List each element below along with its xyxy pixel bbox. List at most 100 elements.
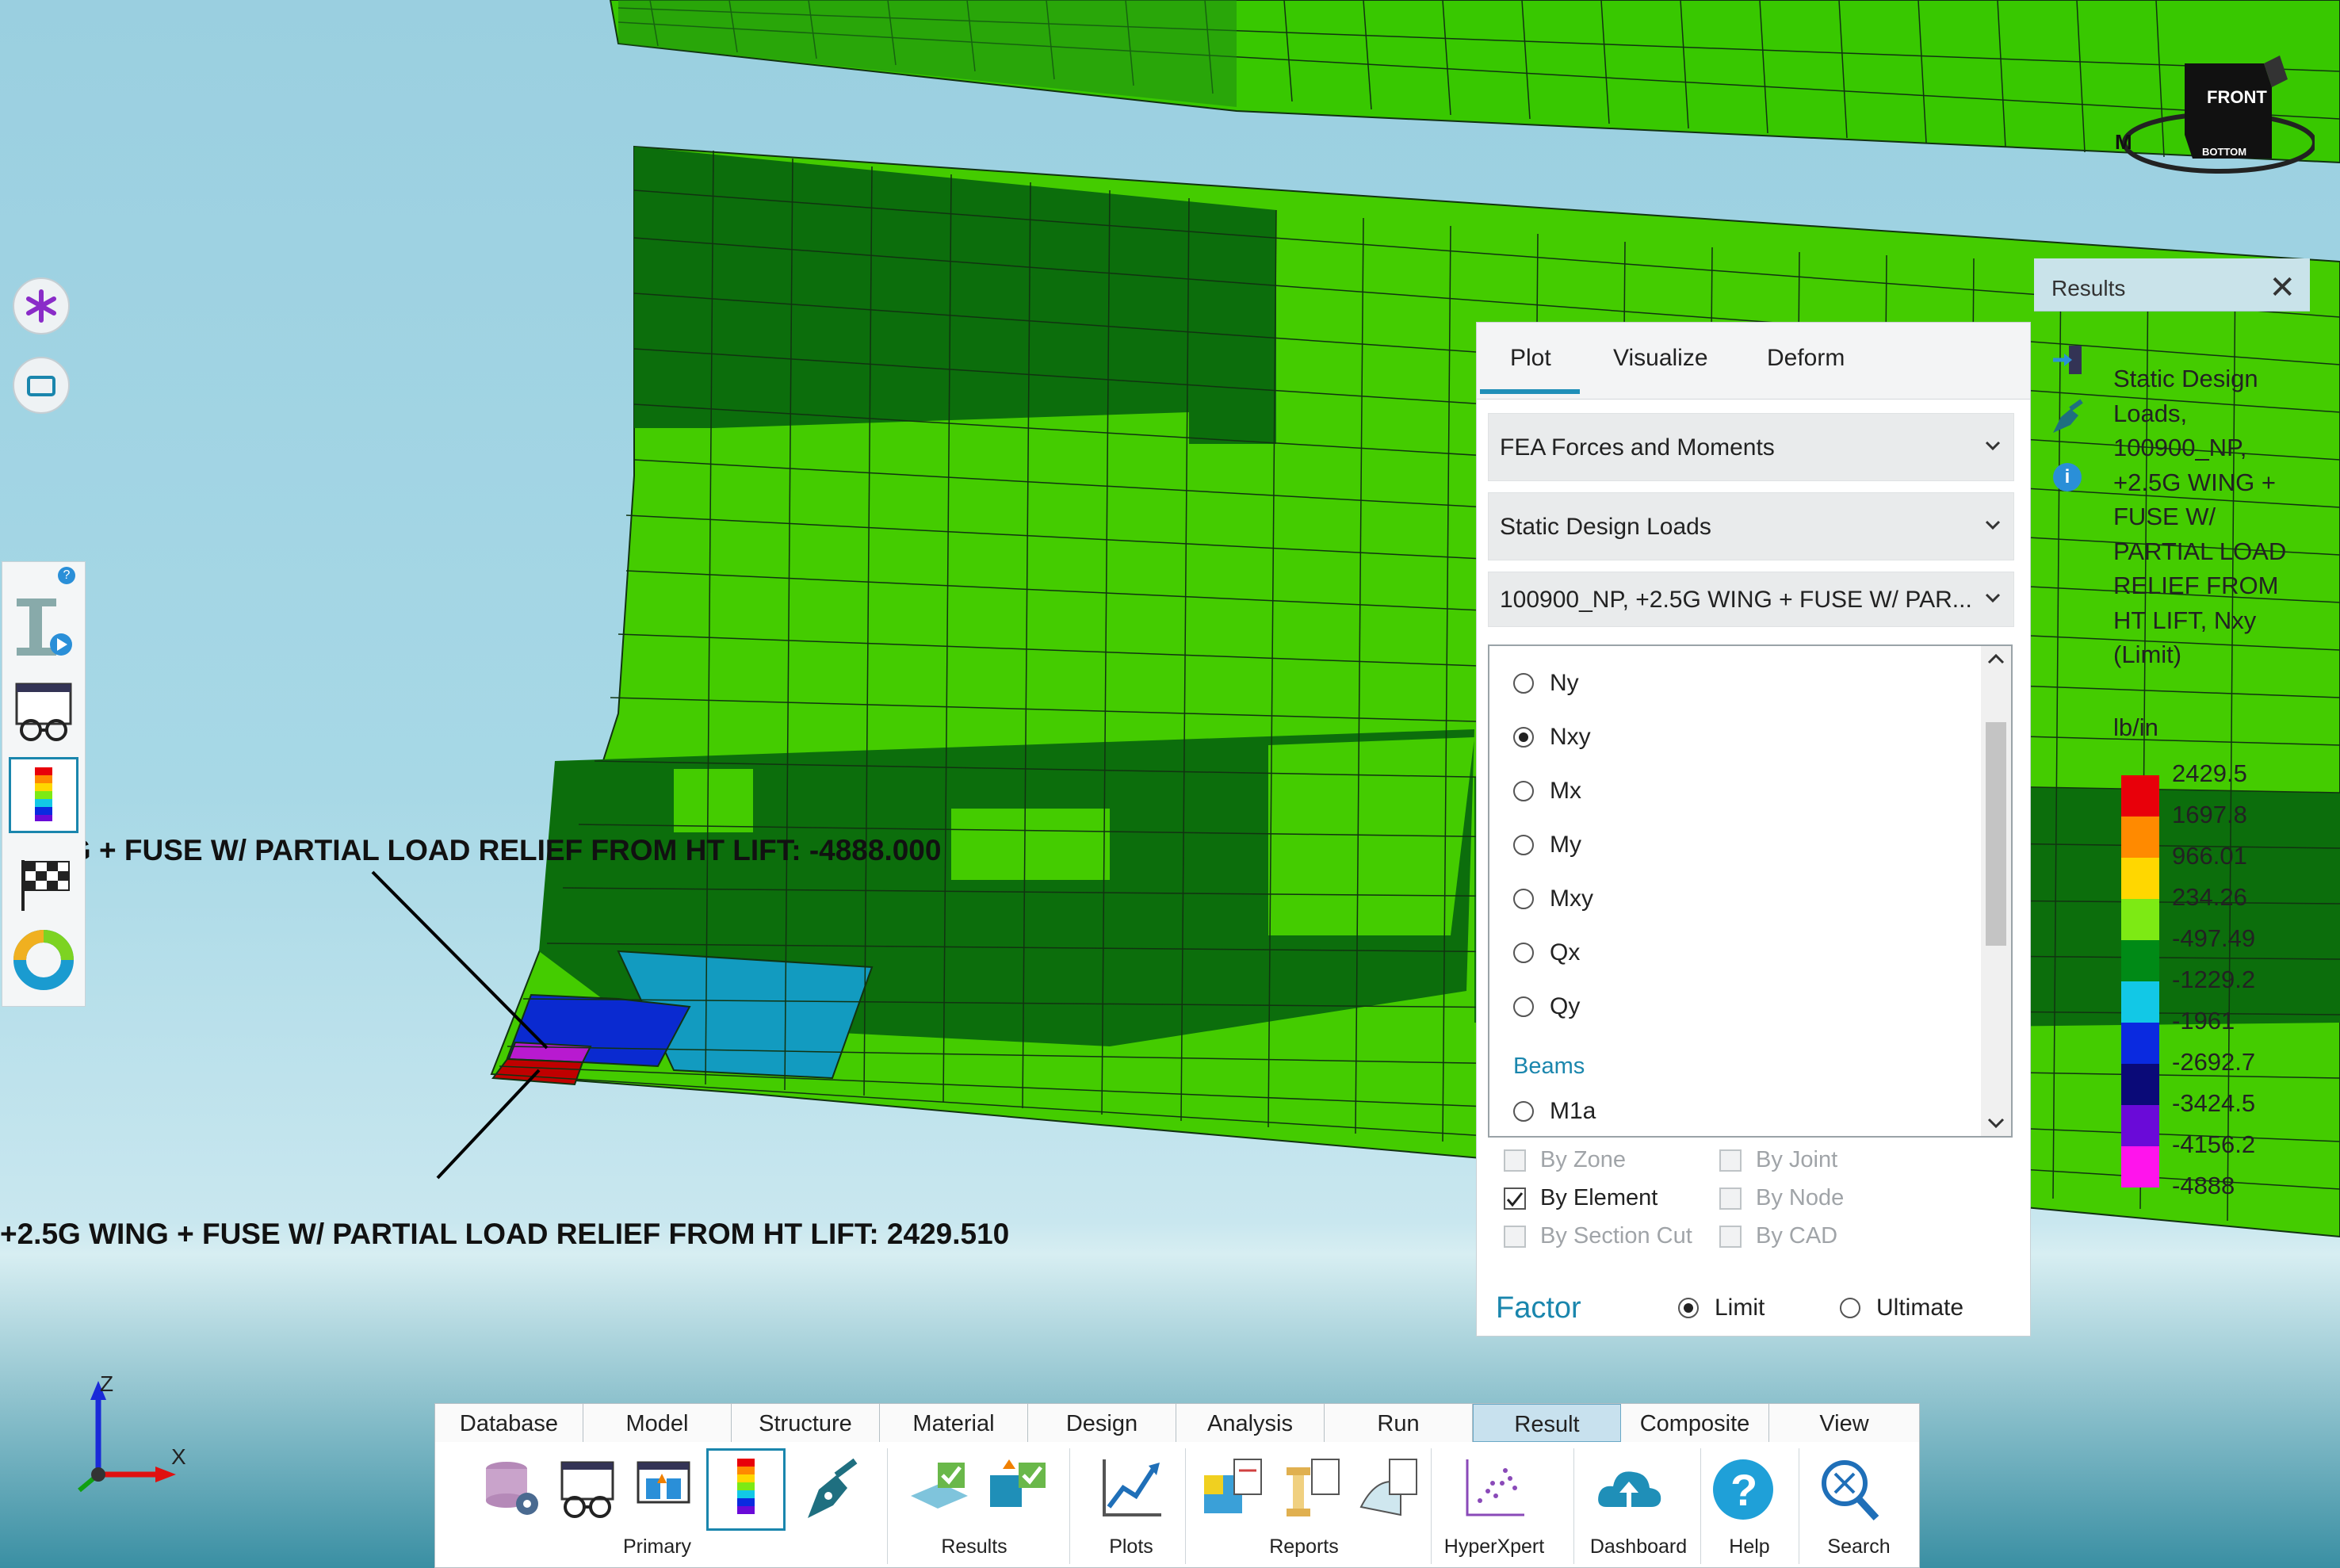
axis-z-label: Z [100, 1371, 114, 1396]
line-chart-icon[interactable] [1095, 1451, 1168, 1528]
load-case-dropdown[interactable]: 100900_NP, +2.5G WING + FUSE W/ PAR... [1488, 572, 2014, 627]
radio-label: M1a [1550, 1098, 1596, 1124]
contour-tool-button[interactable] [9, 757, 78, 833]
dropdown-value: FEA Forces and Moments [1500, 434, 1775, 461]
radio-button[interactable] [1513, 781, 1534, 801]
tab-visualize[interactable]: Visualize [1613, 345, 1708, 372]
checkbox-label: By Node [1756, 1185, 1845, 1210]
panel-report-icon[interactable] [1353, 1451, 1426, 1528]
radio-button[interactable] [1513, 835, 1534, 855]
viewcube-front-label: FRONT [2207, 87, 2267, 107]
dropdown-value: 100900_NP, +2.5G WING + FUSE W/ PAR... [1500, 587, 1972, 613]
checkbox[interactable] [1719, 1226, 1742, 1248]
view-cube[interactable]: FRONT BOTTOM M [2109, 55, 2317, 194]
checkbox[interactable] [1719, 1149, 1742, 1172]
help-icon[interactable]: ? [1707, 1451, 1780, 1528]
group-label-primary: Primary [622, 1535, 692, 1558]
results-check-icon[interactable] [903, 1451, 976, 1528]
tab-plot[interactable]: Plot [1510, 345, 1551, 372]
group-label-dashboard: Dashboard [1589, 1535, 1688, 1558]
legend-swatch [2121, 981, 2159, 1023]
radio-button[interactable] [1513, 673, 1534, 694]
view-tool-button[interactable] [9, 678, 78, 754]
results-compare-icon[interactable] [982, 1451, 1055, 1528]
result-type-dropdown[interactable]: FEA Forces and Moments [1488, 413, 2014, 481]
results-panel-title: Results [2051, 276, 2126, 300]
close-icon[interactable]: ✕ [2269, 270, 2296, 306]
dashboard-tool-button[interactable] [9, 924, 78, 1000]
radio-button[interactable] [1513, 889, 1534, 909]
run-tool-button[interactable] [9, 844, 78, 920]
legend-value: -2692.7 [2172, 1048, 2256, 1076]
legend-value: 234.26 [2172, 883, 2247, 911]
legend-swatch [2121, 1105, 2159, 1146]
color-bar-icon [35, 767, 52, 821]
chevron-down-icon [1985, 593, 2001, 603]
structure-tool-button[interactable] [9, 591, 78, 667]
legend-swatch [2121, 1064, 2159, 1105]
legend-value: -1229.2 [2172, 966, 2256, 993]
import-results-icon[interactable] [2051, 344, 2088, 376]
column-report-icon[interactable] [1275, 1451, 1348, 1528]
load-set-dropdown[interactable]: Static Design Loads [1488, 492, 2014, 560]
radio-button[interactable] [1513, 996, 1534, 1017]
radio-button[interactable] [1678, 1298, 1699, 1318]
group-label-results: Results [941, 1535, 1008, 1558]
help-badge-icon[interactable]: ? [58, 567, 75, 584]
glasses-icon[interactable] [551, 1451, 624, 1528]
info-icon[interactable]: i [2053, 463, 2082, 491]
radio-button[interactable] [1840, 1298, 1860, 1318]
legend-value: -4888 [2172, 1172, 2235, 1199]
group-label-reports: Reports [1269, 1535, 1339, 1558]
3d-viewport[interactable]: WING + FUSE W/ PARTIAL LOAD RELIEF FROM … [0, 0, 2340, 1568]
ribbon-tab-database[interactable]: Database [435, 1404, 583, 1442]
ribbon-tab-run[interactable]: Run [1325, 1404, 1473, 1442]
checkered-flag-icon [21, 860, 70, 911]
radio-label: My [1550, 832, 1581, 858]
ribbon-tab-design[interactable]: Design [1028, 1404, 1176, 1442]
asterisk-button[interactable] [13, 277, 70, 335]
ribbon-tab-composite[interactable]: Composite [1621, 1404, 1769, 1442]
list-scrollbar[interactable] [1981, 646, 2011, 1136]
ribbon-tab-analysis[interactable]: Analysis [1176, 1404, 1325, 1442]
database-settings-icon[interactable] [475, 1451, 548, 1528]
checkbox-label: By Joint [1756, 1147, 1838, 1172]
radio-button[interactable] [1513, 943, 1534, 963]
window-select-button[interactable] [13, 357, 70, 414]
legend-value: 2429.5 [2172, 759, 2247, 787]
legend-value: -3424.5 [2172, 1089, 2256, 1117]
legend-value: 1697.8 [2172, 801, 2247, 828]
radio-label: Limit [1715, 1295, 1765, 1321]
group-label-help: Help [1729, 1535, 1770, 1558]
ribbon-tab-material[interactable]: Material [880, 1404, 1028, 1442]
result-component-list[interactable]: Ny Nxy Mx My Mxy Qx Qy Beams M1a [1488, 644, 2013, 1138]
radio-label: Qy [1550, 993, 1581, 1019]
pen-tool-icon[interactable] [797, 1451, 870, 1528]
scatter-plot-icon[interactable] [1458, 1451, 1531, 1528]
ribbon-tab-structure[interactable]: Structure [732, 1404, 880, 1442]
search-icon[interactable] [1813, 1451, 1886, 1528]
pen-tool-icon[interactable] [2047, 398, 2086, 438]
tab-deform[interactable]: Deform [1767, 345, 1845, 372]
checkbox[interactable] [1504, 1187, 1526, 1210]
ribbon-tab-result[interactable]: Result [1473, 1404, 1621, 1442]
ribbon-tab-view[interactable]: View [1769, 1404, 1919, 1442]
ribbon-tab-model[interactable]: Model [583, 1404, 732, 1442]
cloud-upload-icon[interactable] [1592, 1451, 1665, 1528]
radio-button[interactable] [1513, 1101, 1534, 1122]
checkbox[interactable] [1504, 1149, 1526, 1172]
checkbox[interactable] [1719, 1187, 1742, 1210]
legend-value: -1961 [2172, 1007, 2235, 1034]
scroll-thumb[interactable] [1986, 722, 2006, 946]
radio-button[interactable] [1513, 727, 1534, 748]
color-bar-icon [737, 1459, 755, 1514]
viewcube-compass-label: M [2115, 130, 2132, 154]
structure-plot-icon[interactable] [627, 1451, 700, 1528]
group-label-search: Search [1827, 1535, 1891, 1558]
chevron-up-icon[interactable] [1987, 652, 2005, 665]
contour-plot-button[interactable] [706, 1448, 786, 1531]
min-value-annotation: WING + FUSE W/ PARTIAL LOAD RELIEF FROM … [11, 834, 942, 866]
contour-report-icon[interactable] [1198, 1451, 1271, 1528]
checkbox[interactable] [1504, 1226, 1526, 1248]
chevron-down-icon[interactable] [1987, 1117, 2005, 1130]
